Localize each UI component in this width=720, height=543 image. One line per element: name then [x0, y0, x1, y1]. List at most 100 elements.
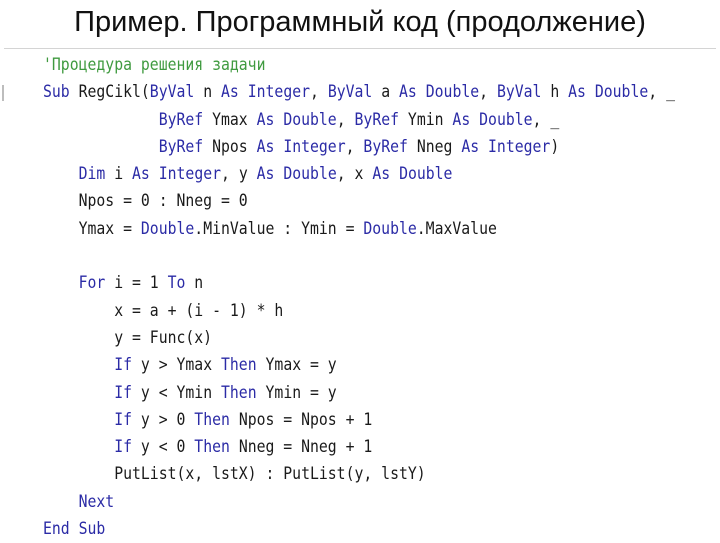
code-text: y = Func(x) [43, 327, 213, 348]
divider [4, 48, 716, 49]
code-keyword: Double [283, 164, 337, 185]
code-line: Next [43, 489, 675, 516]
code-line: If y > Ymax Then Ymax = y [43, 352, 675, 379]
code-line: For i = 1 To n [43, 270, 675, 297]
code-text: h [541, 82, 569, 103]
code-text: .MinValue : Ymin = [194, 218, 364, 239]
code-text: i = 1 [105, 273, 168, 294]
code-line: Dim i As Integer, y As Double, x As Doub… [43, 161, 675, 188]
code-line: 'Процедура решения задачи [43, 52, 675, 79]
code-keyword: Double [363, 218, 417, 239]
code-line: If y > 0 Then Npos = Npos + 1 [43, 407, 675, 434]
code-text: Nneg = Nneg + 1 [229, 437, 373, 458]
code-keyword: Double [140, 218, 195, 239]
code-text: Ymin [399, 109, 453, 130]
code-keyword: ByRef [158, 109, 204, 130]
code-keyword: Integer [158, 164, 222, 185]
code-keyword: Dim [78, 164, 106, 185]
code-text: ) [550, 136, 560, 157]
code-text: Nneg [407, 136, 462, 157]
code-keyword: Next [78, 491, 115, 512]
code-text: , [310, 82, 328, 103]
code-block: 'Процедура решения задачи Sub RegCikl(ByV… [43, 52, 675, 543]
code-keyword: If [114, 437, 133, 458]
code-keyword: As [256, 109, 275, 130]
code-text: , x [336, 164, 373, 185]
code-keyword: Sub [78, 519, 106, 540]
code-text: , y [221, 164, 257, 185]
code-text: Ymax [203, 109, 257, 130]
code-keyword: As [399, 82, 417, 103]
code-keyword: To [167, 273, 186, 294]
code-text: Ymax = [43, 218, 141, 239]
code-keyword: Double [479, 109, 533, 130]
code-text: y < Ymin [132, 382, 222, 403]
code-keyword: Double [594, 82, 649, 103]
code-keyword: As [461, 136, 480, 157]
code-keyword: As [372, 164, 391, 185]
code-keyword: ByVal [327, 82, 373, 103]
code-line: ByRef Npos As Integer, ByRef Nneg As Int… [43, 134, 675, 161]
code-line: Npos = 0 : Nneg = 0 [43, 188, 675, 215]
code-line: y = Func(x) [43, 325, 675, 352]
code-keyword: Double [425, 82, 480, 103]
code-keyword: Integer [283, 136, 346, 157]
code-text: .MaxValue [416, 218, 497, 239]
code-keyword: As [256, 136, 275, 157]
code-text: RegCikl( [69, 82, 150, 103]
code-text: , _ [648, 82, 675, 103]
code-keyword: Then [194, 437, 230, 458]
code-keyword: Sub [43, 82, 70, 103]
code-text: y > 0 [132, 409, 195, 430]
code-text: i [105, 164, 133, 185]
code-text: Npos = 0 : Nneg = 0 [43, 191, 248, 212]
code-text: Npos [203, 136, 257, 157]
code-text: PutList(x, lstX) : PutList(y, lstY) [43, 464, 426, 485]
code-keyword: For [78, 273, 106, 294]
code-keyword: End [43, 519, 70, 540]
code-keyword: ByVal [149, 82, 195, 103]
code-keyword: Integer [488, 136, 551, 157]
code-text: Ymin = y [256, 382, 337, 403]
code-keyword: Then [194, 409, 230, 430]
code-keyword: If [114, 382, 133, 403]
code-text: a [372, 82, 400, 103]
code-keyword: Then [221, 355, 257, 376]
code-line: ByRef Ymax As Double, ByRef Ymin As Doub… [43, 107, 675, 134]
code-line: Sub RegCikl(ByVal n As Integer, ByVal a … [43, 79, 675, 106]
code-keyword: As [256, 164, 275, 185]
code-keyword: As [568, 82, 586, 103]
code-keyword: If [114, 355, 133, 376]
code-keyword: ByRef [354, 109, 400, 130]
code-text: Npos = Npos + 1 [229, 409, 373, 430]
code-keyword: ByVal [496, 82, 542, 103]
code-text: x = a + (i - 1) * h [43, 300, 284, 321]
code-comment: 'Процедура решения задачи [43, 55, 266, 75]
code-line: x = a + (i - 1) * h [43, 298, 675, 325]
code-keyword: As [452, 109, 471, 130]
code-text: , [479, 82, 497, 103]
code-line: Ymax = Double.MinValue : Ymin = Double.M… [43, 216, 675, 243]
code-text: n [185, 273, 204, 294]
code-line: If y < Ymin Then Ymin = y [43, 380, 675, 407]
code-line: End Sub [43, 516, 675, 543]
code-text: , _ [532, 109, 560, 130]
code-text: , [336, 109, 355, 130]
code-text: n [194, 82, 222, 103]
code-keyword: ByRef [363, 136, 408, 157]
code-keyword: ByRef [158, 136, 204, 157]
code-text: Ymax = y [256, 355, 337, 376]
